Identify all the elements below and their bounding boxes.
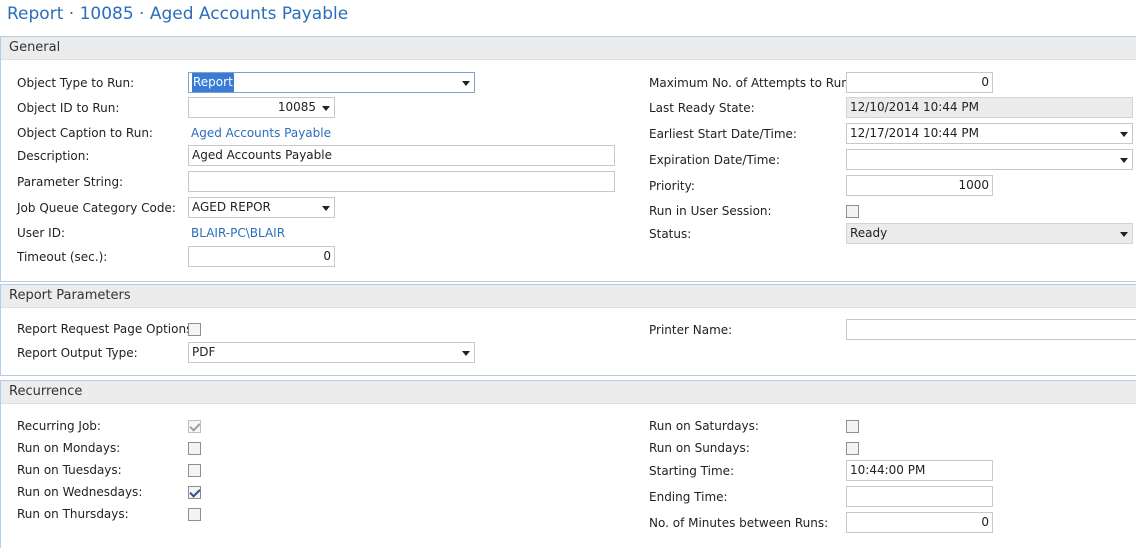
saturdays-label: Run on Saturdays:: [649, 419, 759, 433]
last-ready-state-label: Last Ready State:: [649, 101, 755, 115]
recurring-job-checkbox: [188, 420, 201, 433]
status-select[interactable]: Ready: [846, 223, 1133, 244]
user-id-label: User ID:: [17, 226, 65, 240]
general-section: General Object Type to Run: Report Objec…: [0, 36, 1136, 282]
chevron-down-icon: [1120, 158, 1128, 163]
wednesdays-label: Run on Wednesdays:: [17, 485, 143, 499]
object-id-label: Object ID to Run:: [17, 101, 120, 115]
starting-time-label: Starting Time:: [649, 464, 735, 478]
recurrence-section-title: Recurrence: [9, 384, 83, 399]
request-page-options-label: Report Request Page Options:: [17, 322, 197, 336]
status-value: Ready: [850, 226, 888, 240]
priority-label: Priority:: [649, 179, 695, 193]
ending-time-field[interactable]: [846, 486, 993, 507]
ending-time-label: Ending Time:: [649, 490, 728, 504]
saturdays-checkbox[interactable]: [846, 420, 859, 433]
object-caption-label: Object Caption to Run:: [17, 126, 153, 140]
general-section-title: General: [9, 40, 61, 55]
minutes-between-runs-value: 0: [981, 515, 989, 529]
report-parameters-section-title: Report Parameters: [9, 288, 131, 303]
wednesdays-checkbox[interactable]: [188, 486, 201, 499]
parameter-string-field[interactable]: [188, 171, 615, 192]
last-ready-state-field: 12/10/2014 10:44 PM: [846, 97, 1133, 118]
expiration-label: Expiration Date/Time:: [649, 153, 780, 167]
expiration-select[interactable]: [846, 149, 1133, 170]
chevron-down-icon: [322, 206, 330, 211]
max-attempts-label: Maximum No. of Attempts to Run:: [649, 76, 853, 90]
priority-field[interactable]: 1000: [846, 175, 993, 196]
job-queue-category-label: Job Queue Category Code:: [17, 201, 176, 215]
mondays-checkbox[interactable]: [188, 442, 201, 455]
thursdays-label: Run on Thursdays:: [17, 507, 129, 521]
priority-value: 1000: [958, 178, 989, 192]
object-caption-link[interactable]: Aged Accounts Payable: [191, 126, 331, 140]
timeout-field[interactable]: 0: [188, 246, 335, 267]
object-type-value: Report: [192, 73, 234, 92]
object-id-value: 10085: [277, 100, 316, 114]
chevron-down-icon: [1120, 132, 1128, 137]
last-ready-state-value: 12/10/2014 10:44 PM: [850, 100, 979, 114]
minutes-between-runs-label: No. of Minutes between Runs:: [649, 516, 829, 530]
earliest-start-select[interactable]: 12/17/2014 10:44 PM: [846, 123, 1133, 144]
description-label: Description:: [17, 149, 90, 163]
printer-name-label: Printer Name:: [649, 323, 733, 337]
chevron-down-icon: [462, 81, 470, 86]
sundays-checkbox[interactable]: [846, 442, 859, 455]
chevron-down-icon: [322, 106, 330, 111]
tuesdays-label: Run on Tuesdays:: [17, 463, 122, 477]
thursdays-checkbox[interactable]: [188, 508, 201, 521]
output-type-select[interactable]: PDF: [188, 342, 475, 363]
status-label: Status:: [649, 227, 692, 241]
report-parameters-section: Report Parameters Report Request Page Op…: [0, 284, 1136, 376]
max-attempts-field[interactable]: 0: [846, 72, 993, 93]
object-type-label: Object Type to Run:: [17, 76, 135, 90]
recurring-job-label: Recurring Job:: [17, 419, 101, 433]
timeout-value: 0: [323, 249, 331, 263]
mondays-label: Run on Mondays:: [17, 441, 121, 455]
sundays-label: Run on Sundays:: [649, 441, 750, 455]
output-type-value: PDF: [192, 345, 216, 359]
page-title: Report · 10085 · Aged Accounts Payable: [7, 4, 349, 24]
job-queue-category-select[interactable]: AGED REPOR: [188, 197, 335, 218]
description-value: Aged Accounts Payable: [192, 148, 332, 162]
run-in-user-session-label: Run in User Session:: [649, 204, 772, 218]
printer-name-field[interactable]: [846, 319, 1136, 340]
tuesdays-checkbox[interactable]: [188, 464, 201, 477]
user-id-link[interactable]: BLAIR-PC\BLAIR: [191, 226, 285, 240]
max-attempts-value: 0: [981, 75, 989, 89]
object-type-select[interactable]: Report: [188, 72, 475, 93]
description-field[interactable]: Aged Accounts Payable: [188, 145, 615, 166]
report-parameters-section-header[interactable]: Report Parameters: [1, 285, 1136, 308]
starting-time-field[interactable]: 10:44:00 PM: [846, 460, 993, 481]
chevron-down-icon: [462, 351, 470, 356]
run-in-user-session-checkbox[interactable]: [846, 205, 859, 218]
parameter-string-label: Parameter String:: [17, 175, 124, 189]
starting-time-value: 10:44:00 PM: [850, 463, 926, 477]
recurrence-section-header[interactable]: Recurrence: [1, 381, 1136, 404]
chevron-down-icon: [1120, 232, 1128, 237]
job-queue-category-value: AGED REPOR: [192, 200, 271, 214]
minutes-between-runs-field[interactable]: 0: [846, 512, 993, 533]
general-section-header[interactable]: General: [1, 37, 1136, 60]
object-id-select[interactable]: 10085: [188, 97, 335, 118]
timeout-label: Timeout (sec.):: [17, 250, 108, 264]
output-type-label: Report Output Type:: [17, 346, 138, 360]
earliest-start-label: Earliest Start Date/Time:: [649, 127, 797, 141]
recurrence-section: Recurrence Recurring Job: Run on Mondays…: [0, 380, 1136, 548]
earliest-start-value: 12/17/2014 10:44 PM: [850, 126, 979, 140]
request-page-options-checkbox[interactable]: [188, 323, 201, 336]
